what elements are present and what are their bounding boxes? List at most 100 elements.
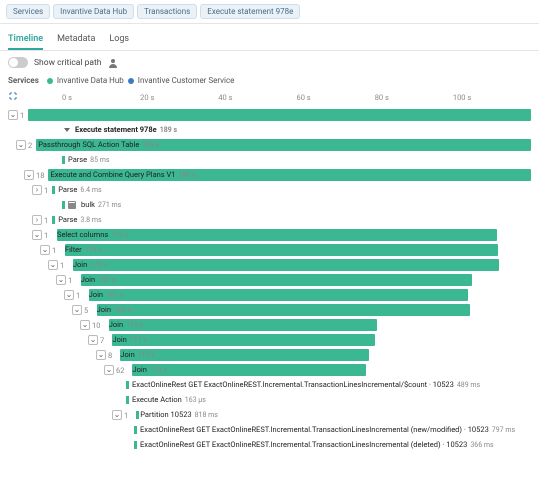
span-label: bulk271 ms	[68, 199, 121, 211]
chevron-right-icon[interactable]: ›	[32, 215, 42, 225]
span-count: 62	[116, 366, 124, 375]
chevron-down-icon[interactable]: ⌄	[16, 140, 26, 150]
tab-metadata[interactable]: Metadata	[57, 30, 95, 50]
span-row[interactable]: bulk271 ms	[8, 198, 531, 212]
tab-timeline[interactable]: Timeline	[8, 30, 43, 50]
critical-path-toggle[interactable]	[8, 57, 28, 68]
span-label: Execute statement 978e189 s	[64, 124, 177, 136]
span-count: 5	[84, 306, 88, 315]
span-tree: ⌄ 1 Execute statement 978e189 s ⌄ 2 Pass…	[0, 106, 539, 461]
time-ruler: 0 s 20 s 40 s 60 s 80 s 100 s	[0, 91, 539, 106]
span-row[interactable]: ⌄ 1 Filter173 s	[8, 243, 531, 257]
chevron-down-icon[interactable]: ⌄	[8, 110, 18, 120]
span-label: Join162 s	[81, 274, 116, 286]
span-label: Execute Action163 µs	[132, 394, 206, 406]
chevron-right-icon[interactable]: ›	[32, 185, 42, 195]
chevron-down-icon[interactable]: ⌄	[104, 365, 114, 375]
span-count: 1	[20, 111, 24, 120]
span-count: 1	[124, 411, 128, 420]
span-label: ExactOnlineRest GET ExactOnlineREST.Incr…	[140, 439, 494, 451]
span-row[interactable]: Execute Action163 µs	[8, 393, 531, 407]
crumb-hub[interactable]: Invantive Data Hub	[53, 4, 134, 19]
span-count: 1	[60, 261, 64, 270]
crumb-current[interactable]: Execute statement 978e	[200, 4, 300, 19]
span-row[interactable]: ⌄ 1 Select columns173 s	[8, 228, 531, 242]
span-count: 8	[108, 351, 112, 360]
crumb-services[interactable]: Services	[6, 4, 50, 19]
span-label: Join119 s	[109, 319, 144, 331]
span-row[interactable]: ⌄ 8 Join113 s	[8, 348, 531, 362]
span-count: 1	[44, 216, 48, 225]
span-count: 1	[76, 291, 80, 300]
span-row[interactable]: ⌄ 2 Passthrough SQL Action Table189 s	[8, 138, 531, 152]
database-icon	[68, 201, 76, 209]
span-label: Join161 s	[89, 289, 124, 301]
span-row[interactable]: ⌄ 1	[8, 108, 531, 122]
ruler-0: 0 s	[62, 93, 140, 102]
span-label: Join110 s	[132, 364, 167, 376]
legend-hub: Invantive Data Hub	[57, 76, 124, 85]
chevron-down-icon[interactable]: ⌄	[64, 290, 74, 300]
span-label: Parse3.8 ms	[58, 214, 101, 226]
span-row[interactable]: › 1 Parse3.8 ms	[8, 213, 531, 227]
span-label: Join160 s	[97, 304, 132, 316]
span-row[interactable]: ⌄ 1 Partition 10523818 ms	[8, 408, 531, 422]
span-label: Join117 s	[112, 334, 147, 346]
timeline-controls: Show critical path	[0, 51, 539, 74]
span-label: Parse6.4 ms	[58, 184, 101, 196]
chevron-down-icon[interactable]: ⌄	[40, 245, 50, 255]
span-count: 1	[68, 276, 72, 285]
span-label: Parse85 ms	[68, 154, 110, 166]
chevron-down-icon[interactable]: ⌄	[72, 305, 82, 315]
chevron-down-icon[interactable]: ⌄	[96, 350, 106, 360]
span-row[interactable]: ⌄ 1 Join173 s	[8, 258, 531, 272]
span-row[interactable]: ExactOnlineRest GET ExactOnlineREST.Incr…	[8, 438, 531, 452]
span-count: 10	[92, 321, 100, 330]
tab-logs[interactable]: Logs	[109, 30, 129, 50]
chevron-down-icon[interactable]: ⌄	[80, 320, 90, 330]
expand-all-icon[interactable]	[8, 91, 18, 103]
span-count: 1	[44, 231, 48, 240]
chevron-down-icon[interactable]: ⌄	[32, 230, 42, 240]
ruler-1: 20 s	[140, 93, 218, 102]
span-row[interactable]: Execute statement 978e189 s	[8, 123, 531, 137]
legend-dot-cs	[128, 78, 134, 84]
ruler-3: 60 s	[297, 93, 375, 102]
span-count: 2	[28, 141, 32, 150]
crumb-transactions[interactable]: Transactions	[137, 4, 197, 19]
span-row[interactable]: ⌄ 18 Execute and Combine Query Plans V11…	[8, 168, 531, 182]
span-count: 1	[44, 186, 48, 195]
legend-title: Services	[8, 76, 39, 85]
span-label: Select columns173 s	[57, 229, 128, 241]
legend-dot-hub	[47, 78, 53, 84]
ruler-5: 100 s	[453, 93, 531, 102]
ruler-2: 40 s	[218, 93, 296, 102]
chevron-down-icon[interactable]: ⌄	[24, 170, 34, 180]
chevron-down-icon[interactable]: ⌄	[48, 260, 58, 270]
span-row[interactable]: ⌄ 1 Join161 s	[8, 288, 531, 302]
tabs: Timeline Metadata Logs	[0, 24, 539, 51]
services-legend: Services Invantive Data Hub Invantive Cu…	[0, 74, 539, 91]
span-label: Join173 s	[73, 259, 108, 271]
span-label: Filter173 s	[65, 244, 102, 256]
span-count: 1	[52, 246, 56, 255]
span-row[interactable]: ⌄ 7 Join117 s	[8, 333, 531, 347]
span-row[interactable]: ⌄ 1 Join162 s	[8, 273, 531, 287]
arrow-down-icon	[64, 128, 70, 132]
chevron-down-icon[interactable]: ⌄	[56, 275, 66, 285]
span-row[interactable]: ExactOnlineRest GET ExactOnlineREST.Incr…	[8, 378, 531, 392]
user-icon[interactable]	[107, 57, 118, 68]
legend-cs: Invantive Customer Service	[138, 76, 235, 85]
chevron-down-icon[interactable]: ⌄	[112, 410, 122, 420]
span-label: ExactOnlineRest GET ExactOnlineREST.Incr…	[132, 379, 480, 391]
breadcrumb: Services Invantive Data Hub Transactions…	[0, 0, 539, 24]
span-row[interactable]: ⌄ 10 Join119 s	[8, 318, 531, 332]
span-row[interactable]: ⌄ 5 Join160 s	[8, 303, 531, 317]
span-row[interactable]: ExactOnlineRest GET ExactOnlineREST.Incr…	[8, 423, 531, 437]
span-row[interactable]: ⌄ 62 Join110 s	[8, 363, 531, 377]
span-label: Join113 s	[120, 349, 155, 361]
span-row[interactable]: Parse85 ms	[8, 153, 531, 167]
span-row[interactable]: › 1 Parse6.4 ms	[8, 183, 531, 197]
critical-path-label: Show critical path	[34, 58, 101, 68]
chevron-down-icon[interactable]: ⌄	[88, 335, 98, 345]
